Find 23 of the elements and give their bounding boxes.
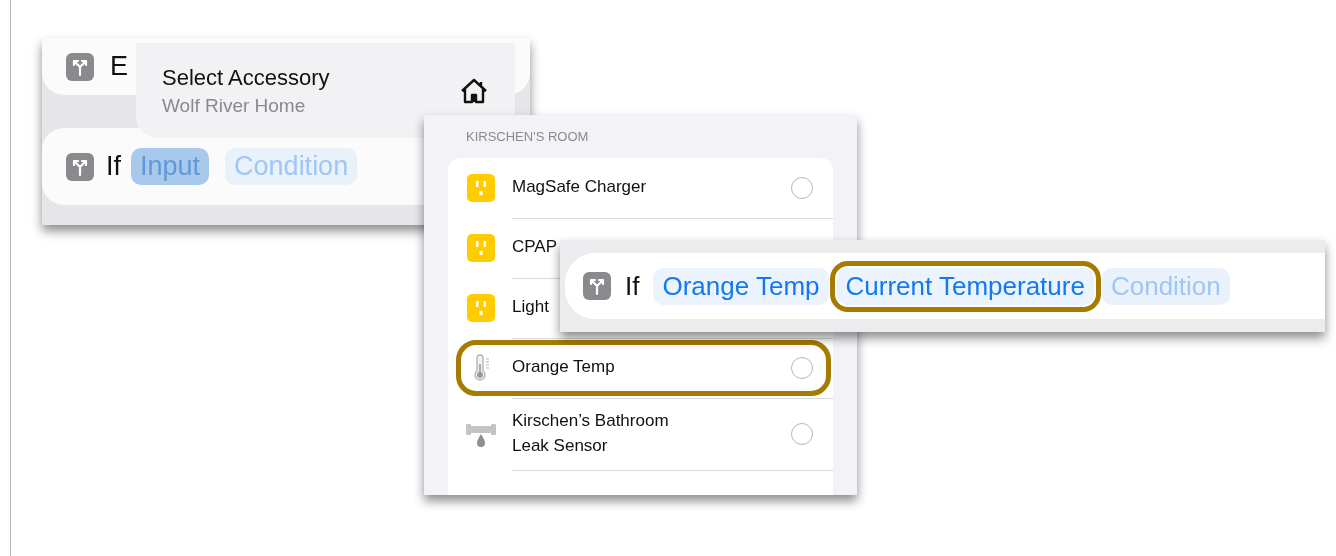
outlet-icon xyxy=(467,294,495,322)
if-label: If xyxy=(625,270,640,302)
action-title: E xyxy=(110,51,128,82)
popup-title: Select Accessory xyxy=(162,64,330,91)
accessory-name[interactable]: Kirschen’s Bathroom Leak Sensor xyxy=(512,408,687,459)
accessory-name[interactable]: CPAP xyxy=(512,235,558,260)
shortcut-fork-icon xyxy=(583,272,611,300)
parameter-token[interactable]: Current Temperature xyxy=(836,267,1094,305)
shortcut-fork-icon xyxy=(66,152,94,181)
home-name: Wolf River Home xyxy=(162,94,307,117)
outlet-icon xyxy=(467,174,495,202)
outlet-icon xyxy=(467,234,495,262)
parameter-token[interactable]: Orange Temp xyxy=(653,267,829,305)
radio-button[interactable] xyxy=(791,356,813,379)
home-icon[interactable] xyxy=(459,76,489,105)
section-header: KIRSCHEN'S ROOM xyxy=(466,129,590,144)
accessory-name[interactable]: Light xyxy=(512,295,549,320)
shortcut-fork-icon xyxy=(66,52,94,81)
accessory-name[interactable]: Orange Temp xyxy=(512,355,615,380)
radio-button[interactable] xyxy=(791,176,813,199)
radio-button[interactable] xyxy=(791,422,813,445)
accessory-name[interactable]: MagSafe Charger xyxy=(512,175,647,200)
if-label: If xyxy=(106,151,121,182)
